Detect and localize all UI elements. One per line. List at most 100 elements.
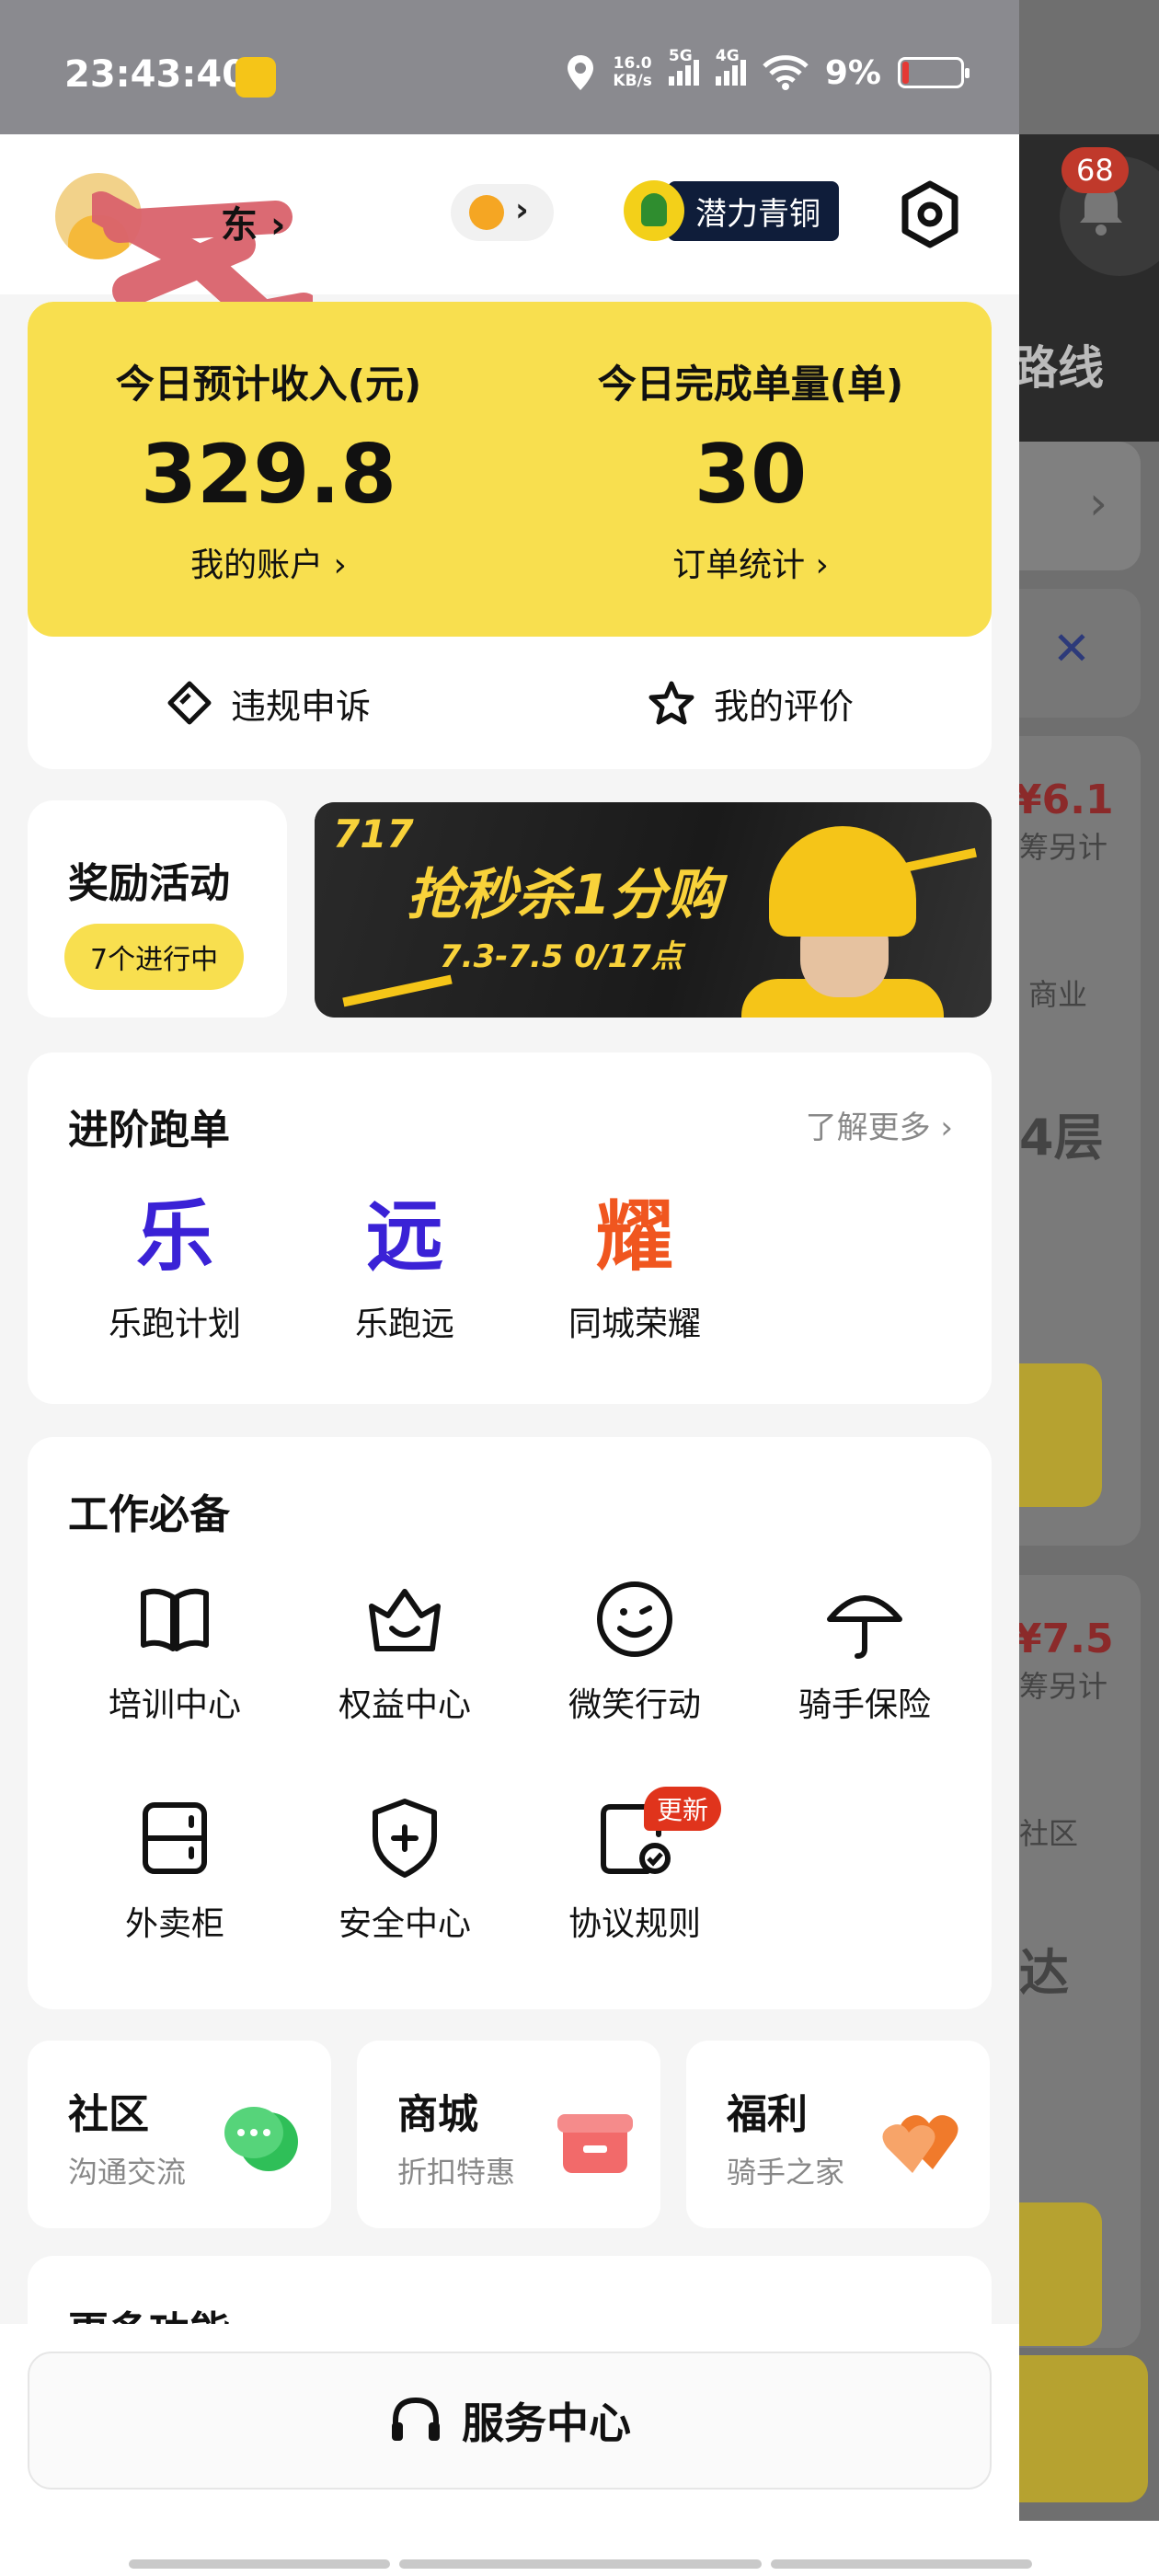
net-speed: 16.0 KB/s — [613, 54, 652, 90]
app-notification-icon — [235, 57, 276, 98]
advanced-item-lepao-plan[interactable]: 乐 乐跑计划 — [64, 1190, 285, 1345]
income-card: 今日预计收入(元) 329.8 我的账户 › 今日完成单量(单) 30 订单统计… — [28, 302, 992, 769]
side-drawer: 东 › › 潜力青铜 今日预计收入(元) 329.8 我的账户 › 今日完成单量… — [0, 134, 1019, 2521]
system-navigation-bar — [0, 2521, 1159, 2576]
mall-title: 商城 — [397, 2091, 478, 2138]
community-title: 社区 — [68, 2091, 149, 2138]
shield-plus-icon — [373, 1799, 437, 1878]
advanced-running-card: 进阶跑单 了解更多 › 乐 乐跑计划 远 乐跑远 耀 同城荣耀 — [28, 1052, 992, 1404]
settings-icon[interactable] — [898, 180, 962, 248]
tier-badge[interactable]: 潜力青铜 — [624, 180, 839, 241]
rewards-card[interactable]: 奖励活动 7个进行中 — [28, 800, 287, 1018]
signal-5g-icon: 5G — [668, 47, 699, 86]
lepao-glyph-icon: 乐 — [135, 1191, 213, 1282]
revenue-column[interactable]: 今日预计收入(元) 329.8 我的账户 › — [28, 302, 510, 586]
nav-handle-segment — [771, 2559, 1032, 2569]
my-account-link[interactable]: 我的账户 › — [28, 538, 510, 586]
sprout-icon — [624, 180, 684, 241]
battery-percent: 9% — [824, 53, 881, 92]
learn-more-link[interactable]: 了解更多 › — [806, 1102, 953, 1147]
battery-icon — [898, 57, 970, 88]
signal-4g-icon: 4G — [715, 47, 746, 86]
chevron-right-icon: › — [815, 546, 829, 584]
banner-headline: 抢秒杀1分购 — [407, 863, 721, 927]
rewards-title: 奖励活动 — [68, 860, 230, 907]
orders-title: 今日完成单量(单) — [597, 362, 904, 407]
welfare-subtitle: 骑手之家 — [727, 2155, 845, 2190]
order-floor: 4层 — [1019, 1109, 1104, 1167]
rewards-ongoing-badge: 7个进行中 — [64, 924, 245, 990]
work-item-benefits[interactable]: 权益中心 — [294, 1575, 515, 1726]
order-price-1-note: 筹另计 — [1019, 830, 1108, 865]
background-card-1 — [1019, 442, 1141, 570]
locker-icon — [143, 1802, 207, 1874]
service-center-button[interactable]: 服务中心 — [28, 2352, 992, 2490]
tier-label: 潜力青铜 — [668, 180, 839, 241]
honor-glyph-icon: 耀 — [595, 1191, 673, 1282]
work-item-safety[interactable]: 安全中心 — [294, 1794, 515, 1945]
mall-subtitle: 折扣特惠 — [397, 2155, 516, 2190]
welfare-card[interactable]: 福利 骑手之家 — [686, 2041, 990, 2228]
background-app-preview[interactable]: 68 路线 › ✕ ¥6.1 筹另计 商业 4层 ¥7.5 筹另计 社区 达 — [1019, 0, 1159, 2521]
order-price-2: ¥7.5 — [1019, 1616, 1114, 1662]
mall-card[interactable]: 商城 折扣特惠 — [357, 2041, 660, 2228]
appeal-button[interactable]: 违规申诉 — [28, 637, 510, 769]
star-medal-icon — [469, 195, 504, 230]
income-actions: 违规申诉 我的评价 — [28, 637, 992, 769]
work-item-insurance[interactable]: 骑手保险 — [754, 1575, 975, 1726]
level-button[interactable]: › — [451, 184, 554, 241]
advanced-title: 进阶跑单 — [68, 1107, 230, 1154]
order-area-2: 社区 — [1019, 1816, 1079, 1851]
chevron-right-icon: › — [270, 204, 286, 247]
community-card[interactable]: 社区 沟通交流 — [28, 2041, 331, 2228]
nav-handle-segment — [399, 2559, 762, 2569]
banner-dates: 7.3-7.5 0/17点 — [440, 938, 683, 975]
wifi-icon — [763, 55, 809, 90]
community-subtitle: 沟通交流 — [68, 2155, 187, 2190]
hearts-icon — [882, 2115, 958, 2173]
service-center-label: 服务中心 — [462, 2398, 631, 2448]
background-yellow-button-3 — [1019, 2355, 1148, 2502]
service-center-bar: 服务中心 — [0, 2324, 1019, 2521]
advanced-item-city-honor[interactable]: 耀 同城荣耀 — [524, 1190, 745, 1345]
order-price-2-note: 筹另计 — [1019, 1669, 1108, 1704]
work-item-locker[interactable]: 外卖柜 — [64, 1794, 285, 1945]
promo-banner[interactable]: 717 抢秒杀1分购 7.3-7.5 0/17点 — [315, 802, 992, 1018]
welfare-title: 福利 — [727, 2091, 808, 2138]
banner-tag: 717 — [333, 811, 414, 857]
close-icon: ✕ — [1052, 622, 1091, 675]
diamond-flag-icon — [167, 681, 212, 725]
work-item-smile[interactable]: 微笑行动 — [524, 1575, 745, 1726]
far-glyph-icon: 远 — [365, 1191, 443, 1282]
star-icon — [648, 681, 694, 725]
chevron-right-icon: › — [515, 191, 529, 229]
crown-icon — [369, 1589, 441, 1651]
headset-icon — [392, 2397, 440, 2441]
new-badge: 更新 — [644, 1787, 722, 1831]
smile-icon — [597, 1581, 672, 1657]
my-rating-button[interactable]: 我的评价 — [510, 637, 992, 769]
work-item-training[interactable]: 培训中心 — [64, 1575, 285, 1726]
order-arrive: 达 — [1019, 1944, 1069, 2002]
book-icon — [141, 1588, 209, 1651]
orders-column[interactable]: 今日完成单量(单) 30 订单统计 › — [510, 302, 992, 586]
user-name[interactable]: 东 › — [221, 195, 285, 248]
nav-handle-segment — [129, 2559, 390, 2569]
status-bar: 23:43:40 16.0 KB/s 5G 4G 9% — [0, 0, 1019, 134]
background-yellow-button-2 — [1019, 2202, 1102, 2346]
location-icon — [568, 55, 594, 90]
revenue-title: 今日预计收入(元) — [115, 362, 422, 407]
order-price-1: ¥6.1 — [1019, 776, 1114, 823]
income-summary: 今日预计收入(元) 329.8 我的账户 › 今日完成单量(单) 30 订单统计… — [28, 302, 992, 637]
chat-bubbles-icon — [224, 2107, 298, 2171]
gift-box-icon — [557, 2114, 633, 2173]
advanced-item-lepao-far[interactable]: 远 乐跑远 — [294, 1190, 515, 1345]
umbrella-icon — [827, 1595, 902, 1659]
chevron-right-icon: › — [333, 546, 347, 584]
chevron-right-icon: › — [1089, 477, 1107, 530]
orders-value: 30 — [694, 427, 808, 522]
order-stats-link[interactable]: 订单统计 › — [510, 538, 992, 586]
notification-count-badge: 68 — [1061, 147, 1129, 193]
order-area-1: 商业 — [1028, 977, 1088, 1012]
status-indicators: 16.0 KB/s 5G 4G 9% — [565, 47, 970, 92]
